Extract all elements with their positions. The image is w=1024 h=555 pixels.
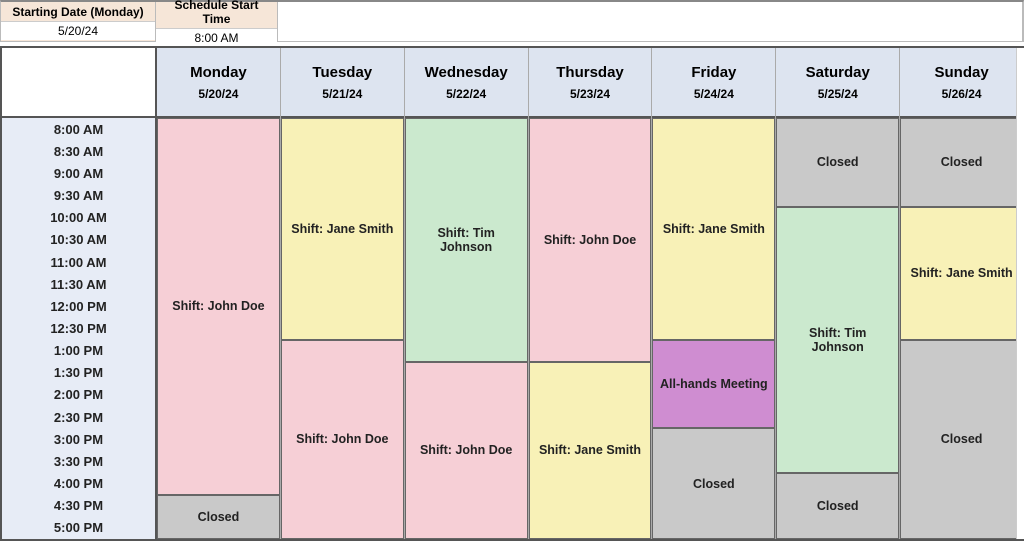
time-slot: 1:30 PM (2, 362, 155, 384)
day-column-sat: Saturday 5/25/24 ClosedShift: Tim JohnsonC… (776, 48, 900, 539)
time-slot: 2:00 PM (2, 384, 155, 406)
day-body: Shift: Jane SmithAll-hands MeetingClosed (652, 118, 775, 539)
schedule-block[interactable]: Shift: John Doe (405, 362, 528, 539)
day-column-tue: Tuesday 5/21/24 Shift: Jane SmithShift: Jo… (281, 48, 405, 539)
time-slot: 4:30 PM (2, 495, 155, 517)
time-slots: 8:00 AM8:30 AM9:00 AM9:30 AM10:00 AM10:3… (2, 118, 155, 539)
schedule-block[interactable]: Shift: John Doe (281, 340, 404, 539)
time-slot: 5:00 PM (2, 517, 155, 539)
time-slot: 8:00 AM (2, 118, 155, 140)
day-header: Sunday 5/26/24 (900, 48, 1023, 118)
day-body: Shift: Tim JohnsonShift: John Doe (405, 118, 528, 539)
time-slot: 10:00 AM (2, 207, 155, 229)
schedule-block[interactable]: Shift: Jane Smith (652, 118, 775, 340)
schedule-block[interactable]: Closed (776, 118, 899, 207)
start-time-label: Schedule Start Time (156, 0, 277, 28)
day-header: Friday 5/24/24 (652, 48, 775, 118)
day-body: ClosedShift: Tim JohnsonClosed (776, 118, 899, 539)
day-header: Saturday 5/25/24 (776, 48, 899, 118)
day-date: 5/25/24 (818, 87, 858, 101)
time-slot: 12:30 PM (2, 317, 155, 339)
day-column-wed: Wednesday 5/22/24 Shift: Tim JohnsonShift:… (405, 48, 529, 539)
day-date: 5/22/24 (446, 87, 486, 101)
time-slot: 11:00 AM (2, 251, 155, 273)
time-slot: 8:30 AM (2, 140, 155, 162)
day-header: Wednesday 5/22/24 (405, 48, 528, 118)
day-name: Saturday (806, 64, 870, 81)
schedule-grid: 8:00 AM8:30 AM9:00 AM9:30 AM10:00 AM10:3… (0, 46, 1024, 541)
day-body: Shift: John DoeClosed (157, 118, 280, 539)
day-date: 5/21/24 (322, 87, 362, 101)
starting-date-label: Starting Date (Monday) (1, 3, 155, 21)
schedule-block[interactable]: Shift: Tim Johnson (405, 118, 528, 362)
start-time-value[interactable]: 8:00 AM (156, 28, 277, 47)
time-slot: 4:00 PM (2, 473, 155, 495)
top-blank (278, 2, 1023, 41)
starting-date-value[interactable]: 5/20/24 (1, 21, 155, 40)
schedule-block[interactable]: Closed (776, 473, 899, 539)
day-name: Thursday (556, 64, 624, 81)
day-body: Shift: John DoeShift: Jane Smith (529, 118, 652, 539)
day-name: Friday (691, 64, 736, 81)
right-edge (1016, 48, 1024, 539)
day-header: Thursday 5/23/24 (529, 48, 652, 118)
time-slot: 3:30 PM (2, 450, 155, 472)
day-body: Shift: Jane SmithShift: John Doe (281, 118, 404, 539)
schedule-block[interactable]: All-hands Meeting (652, 340, 775, 429)
day-date: 5/23/24 (570, 87, 610, 101)
schedule-block[interactable]: Shift: Jane Smith (281, 118, 404, 340)
schedule-block[interactable]: Shift: Jane Smith (900, 207, 1023, 340)
days-container: Monday5/20/24Shift: John DoeClosedTuesda… (157, 48, 1024, 539)
time-slot: 2:30 PM (2, 406, 155, 428)
time-slot: 11:30 AM (2, 273, 155, 295)
schedule-block[interactable]: Shift: John Doe (529, 118, 652, 362)
day-header: Monday 5/20/24 (157, 48, 280, 118)
time-slot: 10:30 AM (2, 229, 155, 251)
top-bar: Starting Date (Monday) 5/20/24 Schedule … (0, 0, 1024, 42)
time-slot: 3:00 PM (2, 428, 155, 450)
time-column: 8:00 AM8:30 AM9:00 AM9:30 AM10:00 AM10:3… (2, 48, 157, 539)
schedule-block[interactable]: Closed (900, 340, 1023, 539)
day-name: Wednesday (425, 64, 508, 81)
schedule-block[interactable]: Closed (900, 118, 1023, 207)
day-column-mon: Monday 5/20/24 Shift: John DoeClosed (157, 48, 281, 539)
time-slot: 1:00 PM (2, 340, 155, 362)
day-column-fri: Friday 5/24/24 Shift: Jane SmithAll-hands … (652, 48, 776, 539)
day-column-thu: Thursday 5/23/24 Shift: John DoeShift: Jan… (529, 48, 653, 539)
time-header-blank (2, 48, 155, 118)
day-body: ClosedShift: Jane SmithClosed (900, 118, 1023, 539)
schedule-block[interactable]: Closed (652, 428, 775, 539)
day-header: Tuesday 5/21/24 (281, 48, 404, 118)
day-name: Tuesday (312, 64, 372, 81)
starting-date-cell: Starting Date (Monday) 5/20/24 (1, 2, 156, 41)
schedule-block[interactable]: Closed (157, 495, 280, 539)
day-date: 5/20/24 (198, 87, 238, 101)
day-column-sun: Sunday 5/26/24 ClosedShift: Jane SmithClos… (900, 48, 1024, 539)
time-slot: 9:30 AM (2, 184, 155, 206)
schedule-block[interactable]: Shift: Jane Smith (529, 362, 652, 539)
day-date: 5/24/24 (694, 87, 734, 101)
day-name: Sunday (934, 64, 988, 81)
schedule-block[interactable]: Shift: Tim Johnson (776, 207, 899, 473)
time-slot: 12:00 PM (2, 295, 155, 317)
time-slot: 9:00 AM (2, 162, 155, 184)
day-name: Monday (190, 64, 247, 81)
start-time-cell: Schedule Start Time 8:00 AM (156, 2, 278, 41)
schedule-block[interactable]: Shift: John Doe (157, 118, 280, 495)
day-date: 5/26/24 (942, 87, 982, 101)
